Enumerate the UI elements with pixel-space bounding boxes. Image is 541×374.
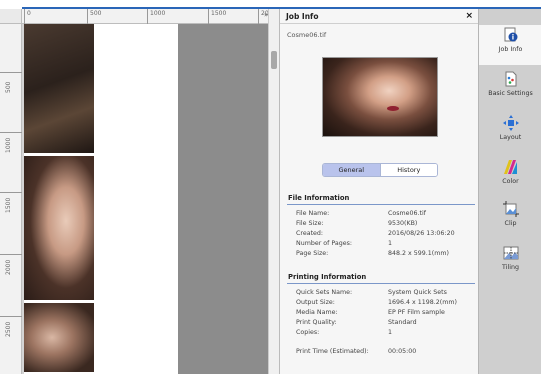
info-row: File Name: Cosme06.tif: [296, 210, 426, 217]
toolbar-color[interactable]: Color: [479, 159, 541, 185]
file-information-heading: File Information: [288, 194, 350, 202]
toolbar-job-info[interactable]: i Job Info: [479, 25, 541, 65]
canvas-vertical-scrollbar[interactable]: [268, 9, 279, 374]
info-row: Media Name: EP PF Film sample: [296, 309, 445, 316]
image-tile-3[interactable]: [24, 303, 94, 374]
ruler-mark: 1500: [208, 9, 226, 24]
file-name-caption: Cosme06.tif: [287, 31, 327, 39]
layout-icon: [502, 115, 519, 131]
info-row: Created: 2016/08/26 13:06:20: [296, 230, 455, 237]
preview-detail: [387, 106, 399, 111]
close-icon[interactable]: ×: [465, 11, 473, 21]
info-row: Copies: 1: [296, 329, 393, 336]
toolbar-clip[interactable]: Clip: [479, 201, 541, 227]
basic-settings-icon: [503, 71, 519, 87]
ruler-top: 0 500 1000 1500 200: [22, 9, 272, 24]
tab-history[interactable]: History: [379, 164, 437, 176]
toolbar-layout[interactable]: Layout: [479, 115, 541, 141]
image-tile-2[interactable]: [24, 156, 94, 302]
tiling-icon: [503, 245, 519, 261]
info-tabs: General History: [322, 163, 438, 177]
ruler-mark: 200: [258, 9, 272, 24]
info-row: Output Size: 1696.4 x 1198.2(mm): [296, 299, 457, 306]
info-row: File Size: 9530(KB): [296, 220, 418, 227]
tab-general[interactable]: General: [323, 164, 380, 176]
ruler-corner: [0, 9, 22, 24]
info-row: Print Quality: Standard: [296, 319, 417, 326]
ruler-left: 500 1000 1500 2000 2500: [0, 24, 22, 374]
section-divider: [287, 283, 475, 284]
ruler-mark: 500: [87, 9, 101, 24]
ruler-mark: 2000: [0, 254, 22, 275]
clip-icon: [502, 201, 519, 217]
ruler-mark: 1000: [147, 9, 165, 24]
job-info-panel: Job Info × Cosme06.tif General History F…: [279, 9, 478, 374]
print-time-row: Print Time (Estimated): 00:05:00: [296, 348, 417, 355]
ruler-mark: 1000: [0, 132, 22, 153]
color-icon: [503, 159, 519, 175]
ruler-mark: 1500: [0, 192, 22, 213]
ruler-mark: 500: [0, 72, 22, 93]
image-tile-1[interactable]: [24, 24, 94, 155]
canvas-area[interactable]: 0 500 1000 1500 200 » 500 1000 1500 2000…: [0, 9, 279, 374]
image-preview: [322, 57, 438, 137]
ruler-mark: 2500: [0, 316, 22, 337]
info-row: Page Size: 848.2 x 599.1(mm): [296, 250, 449, 257]
toolbar-tiling[interactable]: Tiling: [479, 245, 541, 271]
scrollbar-thumb[interactable]: [271, 51, 277, 69]
unprintable-area: [178, 24, 268, 374]
panel-title: Job Info: [286, 11, 319, 21]
job-info-icon: i: [503, 27, 519, 43]
ruler-mark: 0: [24, 9, 31, 24]
right-toolbar: i Job Info Basic Settings Layout Color C…: [478, 9, 541, 374]
panel-header: Job Info ×: [280, 9, 478, 24]
info-row: Number of Pages: 1: [296, 240, 393, 247]
svg-text:i: i: [511, 34, 513, 42]
printing-information-heading: Printing Information: [288, 273, 367, 281]
toolbar-basic-settings[interactable]: Basic Settings: [479, 71, 541, 97]
info-row: Quick Sets Name: System Quick Sets: [296, 289, 447, 296]
section-divider: [287, 204, 475, 205]
